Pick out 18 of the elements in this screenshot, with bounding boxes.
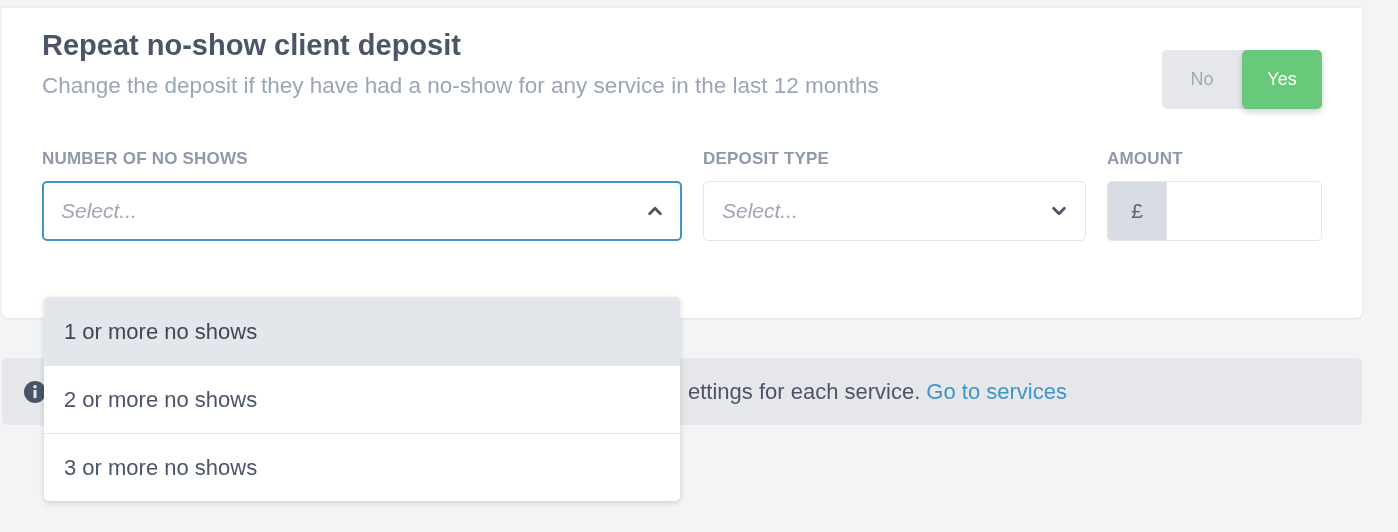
field-label: DEPOSIT TYPE (703, 149, 831, 169)
section-description: Change the deposit if they have had a no-show for any service in the last 12 months (42, 72, 880, 100)
currency-prefix: £ (1107, 181, 1166, 241)
chevron-down-icon (1051, 204, 1067, 218)
amount-input[interactable] (1166, 181, 1322, 241)
dropdown-option[interactable]: 3 or more no shows (44, 433, 680, 501)
field-label: AMOUNT (1107, 149, 1184, 169)
field-label: NUMBER OF NO SHOWS (42, 149, 249, 169)
chevron-up-icon (647, 204, 663, 218)
dropdown-option[interactable]: 2 or more no shows (44, 365, 680, 433)
services-link[interactable]: Go to services (926, 378, 1067, 405)
select-field[interactable]: Select... (42, 181, 682, 241)
dropdown-option[interactable]: 1 or more no shows (44, 297, 680, 365)
toggle-option[interactable]: Yes (1242, 50, 1322, 109)
toggle-option[interactable]: No (1162, 50, 1242, 109)
info-text: ettings for each service. (688, 378, 921, 405)
section-title: Repeat no-show client deposit (42, 28, 462, 62)
select-field[interactable]: Select... (703, 181, 1086, 241)
